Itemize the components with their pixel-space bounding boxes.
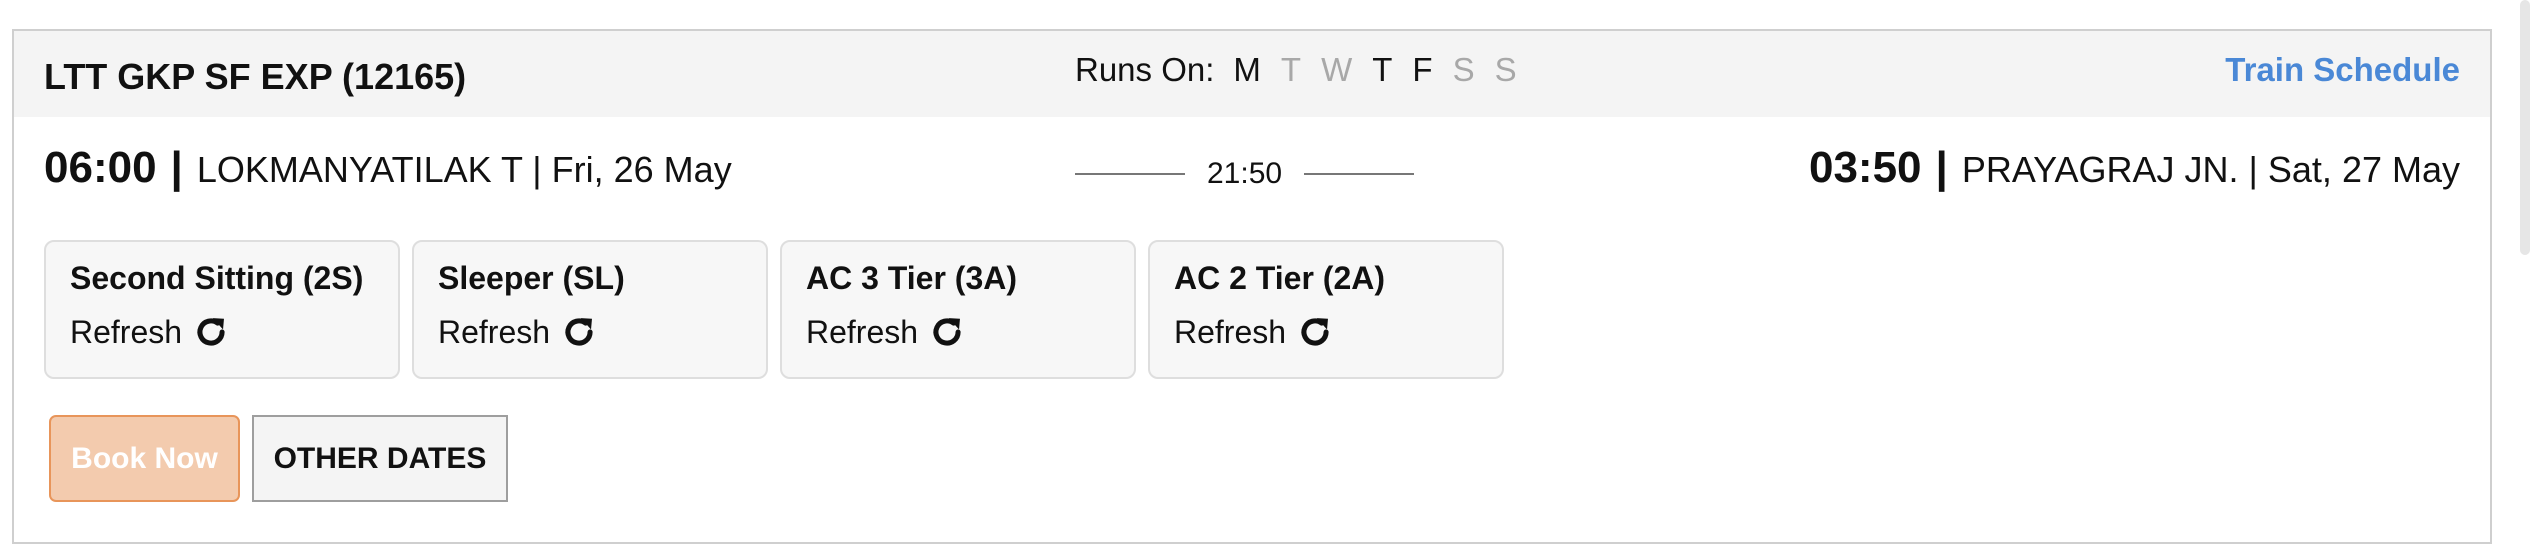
arrival-separator: | [1935, 143, 1948, 192]
refresh-button[interactable]: Refresh [806, 313, 1134, 351]
class-name: Sleeper (SL) [438, 260, 625, 296]
day-monday: M [1233, 51, 1261, 88]
journey-row: 06:00 | LOKMANYATILAK T | Fri, 26 May 21… [14, 143, 2490, 203]
refresh-button[interactable]: Refresh [70, 313, 398, 351]
refresh-button[interactable]: Refresh [438, 313, 766, 351]
departure-separator: | [170, 143, 183, 192]
train-name: LTT GKP SF EXP (12165) [44, 56, 467, 97]
runs-on: Runs On: M T W T F S S [1075, 51, 1537, 89]
class-name: AC 3 Tier (3A) [806, 260, 1018, 296]
refresh-icon[interactable] [1296, 313, 1334, 351]
refresh-label: Refresh [70, 313, 183, 350]
class-list: Second Sitting (2S) Refresh Sleeper (SL)… [44, 240, 1516, 379]
class-card-2s[interactable]: Second Sitting (2S) Refresh [44, 240, 400, 379]
refresh-button[interactable]: Refresh [1174, 313, 1502, 351]
train-card-header: LTT GKP SF EXP (12165) Runs On: M T W T … [14, 31, 2490, 117]
refresh-label: Refresh [1174, 313, 1287, 350]
runs-on-label: Runs On: [1075, 51, 1215, 88]
book-now-button[interactable]: Book Now [49, 415, 240, 502]
duration-line-right [1304, 173, 1415, 175]
day-thursday: T [1372, 51, 1393, 88]
day-wednesday: W [1321, 51, 1353, 88]
journey-duration: 21:50 [1075, 157, 1415, 191]
departure-info: 06:00 | LOKMANYATILAK T | Fri, 26 May [44, 143, 732, 193]
other-dates-button[interactable]: OTHER DATES [252, 415, 508, 502]
duration-text: 21:50 [1207, 157, 1283, 190]
departure-time: 06:00 [44, 143, 157, 192]
arrival-time: 03:50 [1808, 143, 1922, 192]
class-name: Second Sitting (2S) [70, 260, 364, 296]
refresh-label: Refresh [438, 313, 551, 350]
refresh-icon[interactable] [192, 313, 230, 351]
day-friday: F [1412, 51, 1433, 88]
class-card-2a[interactable]: AC 2 Tier (2A) Refresh [1148, 240, 1504, 379]
class-name: AC 2 Tier (2A) [1174, 260, 1386, 296]
duration-line-left [1075, 173, 1185, 175]
action-buttons: Book Now OTHER DATES [49, 415, 508, 502]
page-scrollbar[interactable] [2520, 0, 2530, 255]
day-tuesday: T [1280, 51, 1302, 88]
class-card-sl[interactable]: Sleeper (SL) Refresh [412, 240, 768, 379]
refresh-icon[interactable] [928, 313, 966, 351]
arrival-station-date: PRAYAGRAJ JN. | Sat, 27 May [1961, 149, 2460, 190]
train-schedule-link[interactable]: Train Schedule [2225, 51, 2460, 89]
train-card: LTT GKP SF EXP (12165) Runs On: M T W T … [12, 29, 2492, 544]
class-card-3a[interactable]: AC 3 Tier (3A) Refresh [780, 240, 1136, 379]
refresh-label: Refresh [806, 313, 919, 350]
refresh-icon[interactable] [560, 313, 598, 351]
day-saturday: S [1452, 51, 1475, 88]
departure-station-date: LOKMANYATILAK T | Fri, 26 May [196, 149, 732, 190]
arrival-info: 03:50 | PRAYAGRAJ JN. | Sat, 27 May [1809, 143, 2460, 193]
day-sunday: S [1494, 51, 1517, 88]
